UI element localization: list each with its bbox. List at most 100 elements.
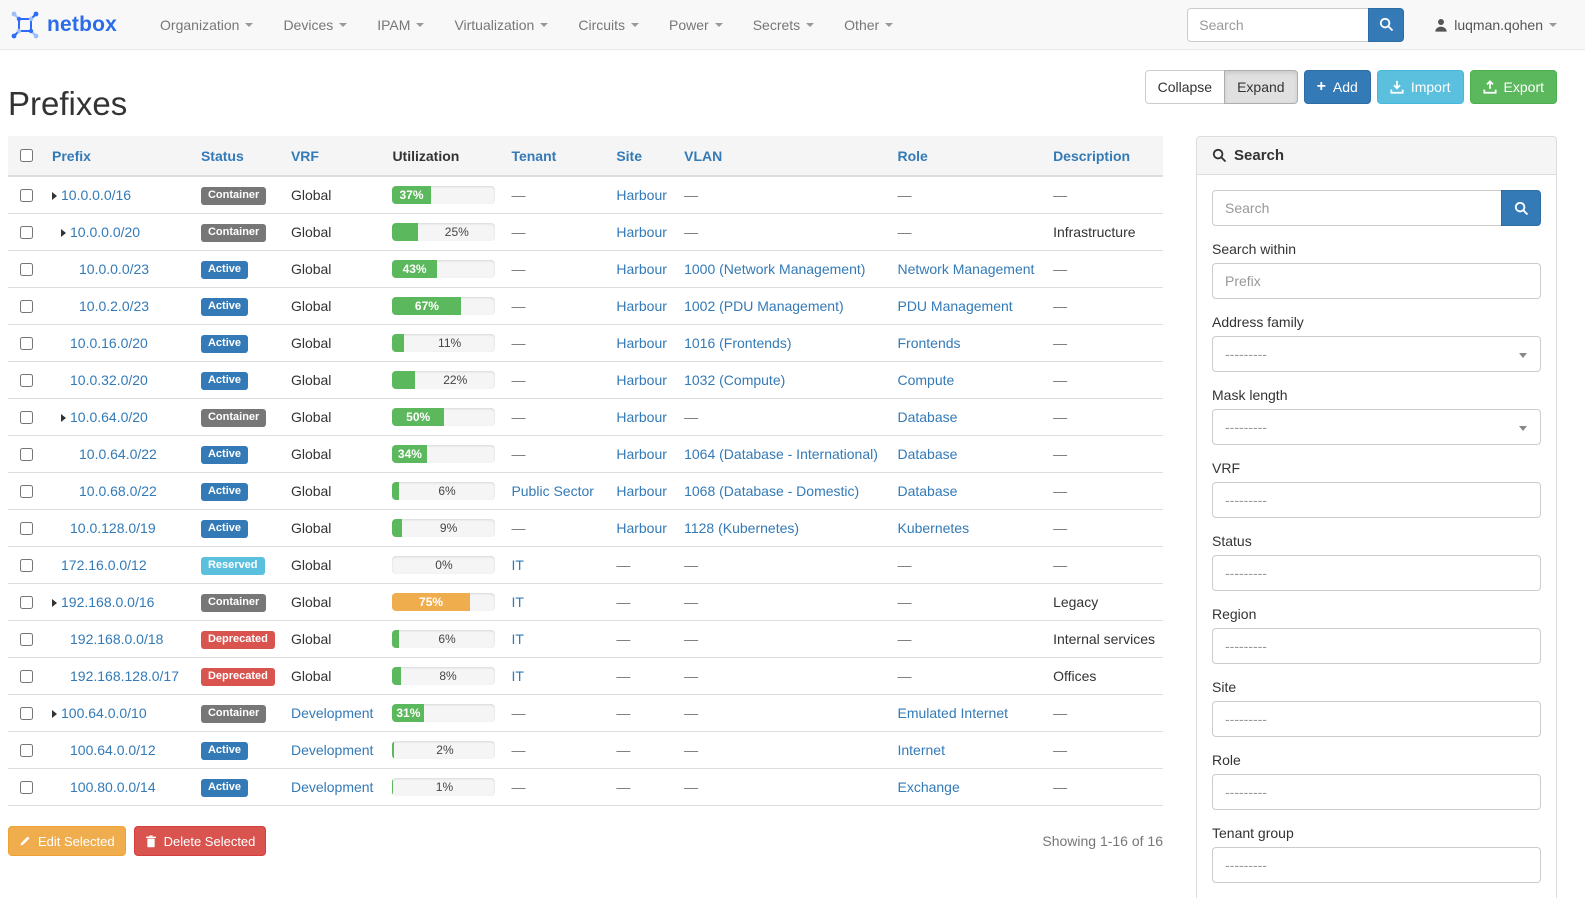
vrf-link[interactable]: Development xyxy=(291,705,374,721)
site-link[interactable]: Harbour xyxy=(616,409,667,425)
nav-menu-organization[interactable]: Organization xyxy=(145,0,268,50)
prefix-link[interactable]: 10.0.64.0/20 xyxy=(70,409,148,425)
delete-selected-button[interactable]: Delete Selected xyxy=(134,826,267,856)
row-checkbox[interactable] xyxy=(20,485,33,498)
vrf-link[interactable]: Development xyxy=(291,742,374,758)
column-header-tenant[interactable]: Tenant xyxy=(503,136,608,176)
prefix-link[interactable]: 10.0.128.0/19 xyxy=(70,520,156,536)
expand-caret-icon[interactable] xyxy=(52,599,57,607)
select-all-checkbox[interactable] xyxy=(20,149,33,162)
add-button[interactable]: +Add xyxy=(1304,70,1371,104)
filter-select-region[interactable]: --------- xyxy=(1212,628,1541,664)
expand-caret-icon[interactable] xyxy=(61,414,66,422)
filter-select-tenant-group[interactable]: --------- xyxy=(1212,847,1541,883)
prefix-link[interactable]: 100.64.0.0/10 xyxy=(61,705,147,721)
nav-menu-devices[interactable]: Devices xyxy=(268,0,362,50)
row-checkbox[interactable] xyxy=(20,189,33,202)
column-header-vlan[interactable]: VLAN xyxy=(676,136,889,176)
row-checkbox[interactable] xyxy=(20,596,33,609)
prefix-link[interactable]: 192.168.0.0/16 xyxy=(61,594,154,610)
expand-caret-icon[interactable] xyxy=(61,229,66,237)
filter-input-search-within[interactable] xyxy=(1212,263,1541,299)
row-checkbox[interactable] xyxy=(20,633,33,646)
filter-select-site[interactable]: --------- xyxy=(1212,701,1541,737)
site-link[interactable]: Harbour xyxy=(616,520,667,536)
nav-menu-other[interactable]: Other xyxy=(829,0,908,50)
prefix-link[interactable]: 172.16.0.0/12 xyxy=(61,557,147,573)
site-link[interactable]: Harbour xyxy=(616,187,667,203)
vlan-link[interactable]: 1128 (Kubernetes) xyxy=(684,520,799,536)
nav-menu-ipam[interactable]: IPAM xyxy=(362,0,439,50)
row-checkbox[interactable] xyxy=(20,300,33,313)
expand-button[interactable]: Expand xyxy=(1224,70,1297,104)
row-checkbox[interactable] xyxy=(20,670,33,683)
site-link[interactable]: Harbour xyxy=(616,372,667,388)
navbar-search-input[interactable] xyxy=(1187,8,1369,42)
nav-menu-secrets[interactable]: Secrets xyxy=(738,0,829,50)
prefix-link[interactable]: 10.0.64.0/22 xyxy=(79,446,157,462)
row-checkbox[interactable] xyxy=(20,411,33,424)
navbar-search-button[interactable] xyxy=(1368,8,1404,42)
import-button[interactable]: Import xyxy=(1377,70,1464,104)
expand-caret-icon[interactable] xyxy=(52,192,57,200)
prefix-link[interactable]: 192.168.0.0/18 xyxy=(70,631,163,647)
row-checkbox[interactable] xyxy=(20,522,33,535)
role-link[interactable]: Internet xyxy=(897,742,944,758)
row-checkbox[interactable] xyxy=(20,707,33,720)
filter-select-role[interactable]: --------- xyxy=(1212,774,1541,810)
site-link[interactable]: Harbour xyxy=(616,483,667,499)
prefix-link[interactable]: 10.0.0.0/23 xyxy=(79,261,149,277)
vrf-link[interactable]: Development xyxy=(291,779,374,795)
site-link[interactable]: Harbour xyxy=(616,446,667,462)
column-header-role[interactable]: Role xyxy=(889,136,1045,176)
column-header-status[interactable]: Status xyxy=(193,136,283,176)
vlan-link[interactable]: 1002 (PDU Management) xyxy=(684,298,844,314)
vlan-link[interactable]: 1016 (Frontends) xyxy=(684,335,791,351)
column-header-site[interactable]: Site xyxy=(608,136,676,176)
role-link[interactable]: Database xyxy=(897,409,957,425)
filter-select-status[interactable]: --------- xyxy=(1212,555,1541,591)
role-link[interactable]: Compute xyxy=(897,372,954,388)
column-header-description[interactable]: Description xyxy=(1045,136,1163,176)
prefix-link[interactable]: 10.0.0.0/20 xyxy=(70,224,140,240)
collapse-button[interactable]: Collapse xyxy=(1145,70,1225,104)
role-link[interactable]: Network Management xyxy=(897,261,1034,277)
export-button[interactable]: Export xyxy=(1470,70,1557,104)
prefix-link[interactable]: 10.0.16.0/20 xyxy=(70,335,148,351)
tenant-link[interactable]: IT xyxy=(511,557,523,573)
prefix-link[interactable]: 100.64.0.0/12 xyxy=(70,742,156,758)
row-checkbox[interactable] xyxy=(20,744,33,757)
filter-select-mask-length[interactable]: --------- xyxy=(1212,409,1541,445)
row-checkbox[interactable] xyxy=(20,337,33,350)
tenant-link[interactable]: IT xyxy=(511,631,523,647)
prefix-link[interactable]: 100.80.0.0/14 xyxy=(70,779,156,795)
role-link[interactable]: Emulated Internet xyxy=(897,705,1008,721)
vlan-link[interactable]: 1032 (Compute) xyxy=(684,372,785,388)
column-header-prefix[interactable]: Prefix xyxy=(44,136,193,176)
prefix-link[interactable]: 192.168.128.0/17 xyxy=(70,668,179,684)
vlan-link[interactable]: 1064 (Database - International) xyxy=(684,446,878,462)
nav-menu-power[interactable]: Power xyxy=(654,0,738,50)
prefix-link[interactable]: 10.0.2.0/23 xyxy=(79,298,149,314)
site-link[interactable]: Harbour xyxy=(616,298,667,314)
prefix-link[interactable]: 10.0.0.0/16 xyxy=(61,187,131,203)
role-link[interactable]: Kubernetes xyxy=(897,520,969,536)
row-checkbox[interactable] xyxy=(20,559,33,572)
row-checkbox[interactable] xyxy=(20,263,33,276)
filter-select-vrf[interactable]: --------- xyxy=(1212,482,1541,518)
nav-menu-circuits[interactable]: Circuits xyxy=(563,0,654,50)
edit-selected-button[interactable]: Edit Selected xyxy=(8,826,126,856)
row-checkbox[interactable] xyxy=(20,448,33,461)
row-checkbox[interactable] xyxy=(20,781,33,794)
role-link[interactable]: Frontends xyxy=(897,335,960,351)
user-menu[interactable]: luqman.qohen xyxy=(1434,17,1557,33)
sidebar-search-button[interactable] xyxy=(1501,190,1541,226)
row-checkbox[interactable] xyxy=(20,374,33,387)
site-link[interactable]: Harbour xyxy=(616,335,667,351)
prefix-link[interactable]: 10.0.68.0/22 xyxy=(79,483,157,499)
row-checkbox[interactable] xyxy=(20,226,33,239)
role-link[interactable]: PDU Management xyxy=(897,298,1012,314)
vlan-link[interactable]: 1068 (Database - Domestic) xyxy=(684,483,859,499)
role-link[interactable]: Database xyxy=(897,483,957,499)
role-link[interactable]: Database xyxy=(897,446,957,462)
